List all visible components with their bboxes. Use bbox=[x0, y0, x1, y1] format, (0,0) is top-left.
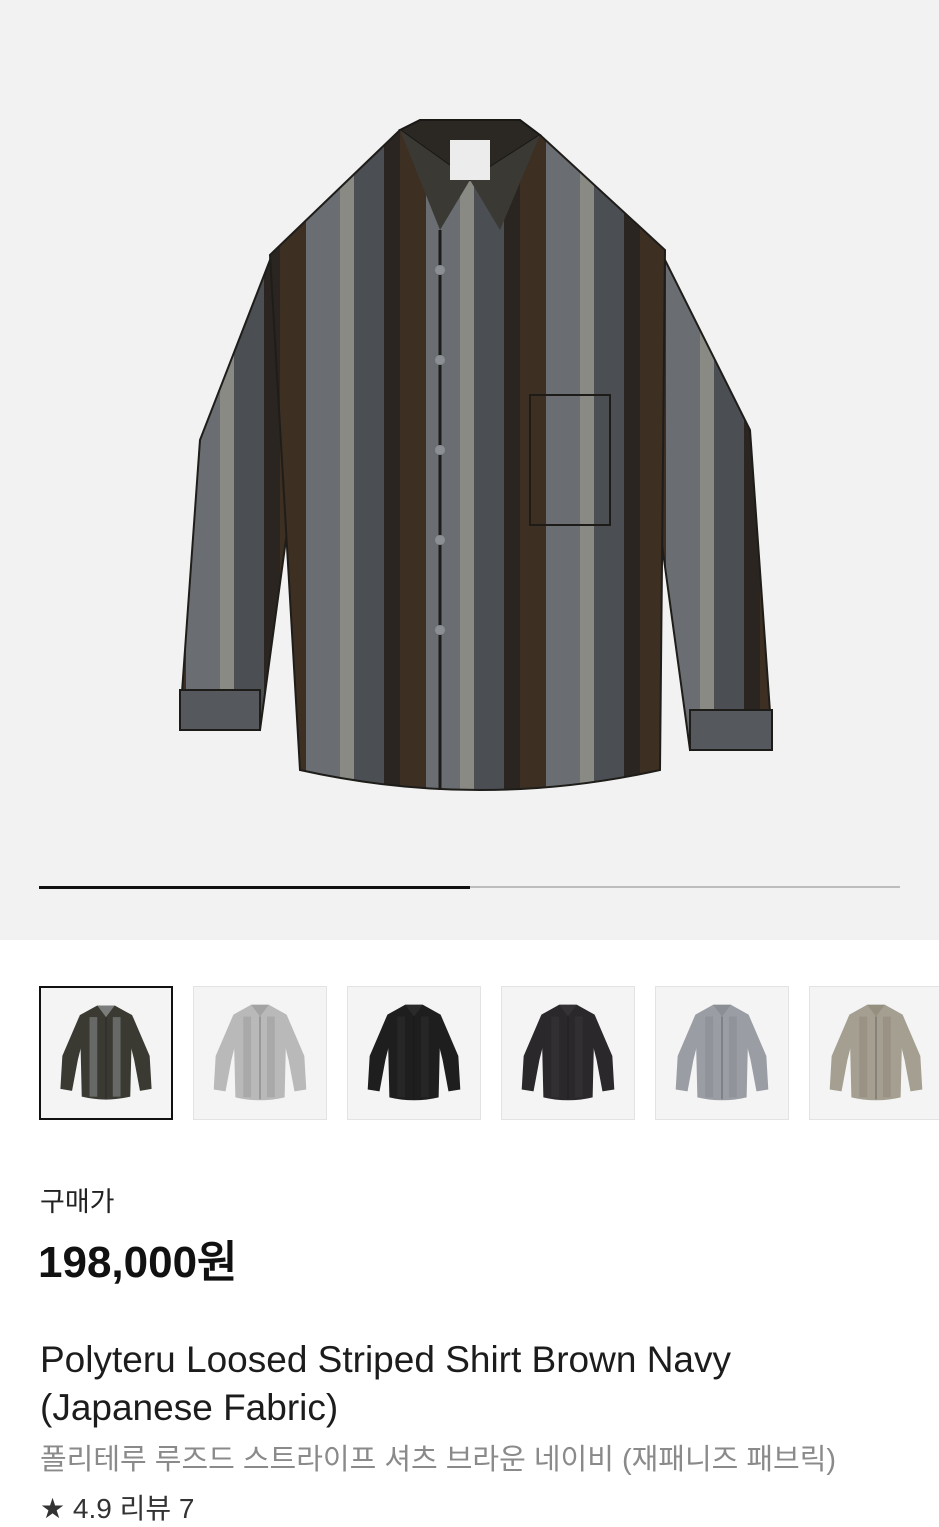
thumb-black[interactable] bbox=[347, 986, 481, 1120]
rating-summary[interactable]: ★ 4.9 리뷰 7 bbox=[40, 1487, 194, 1527]
thumb-light-grey[interactable] bbox=[193, 986, 327, 1120]
shirt-thumbnail-icon bbox=[367, 1004, 461, 1101]
thumb-brown-navy-stripe[interactable] bbox=[39, 986, 173, 1120]
shirt-thumbnail-icon bbox=[829, 1004, 923, 1101]
product-image-gallery[interactable] bbox=[0, 0, 939, 940]
shirt-thumbnail-icon bbox=[521, 1004, 615, 1101]
product-title-en-line2: (Japanese Fabric) bbox=[40, 1387, 339, 1428]
product-title-en: Polyteru Loosed Striped Shirt Brown Navy… bbox=[40, 1336, 900, 1432]
shirt-thumbnail-icon bbox=[60, 1005, 152, 1100]
striped-shirt-main-image[interactable] bbox=[160, 110, 780, 810]
thumb-charcoal[interactable] bbox=[501, 986, 635, 1120]
price-value: 198,000원 bbox=[38, 1238, 238, 1287]
product-title-ko: 폴리테루 루즈드 스트라이프 셔츠 브라운 네이비 (재패니즈 패브릭) bbox=[40, 1444, 837, 1476]
image-progress-track bbox=[39, 885, 900, 889]
thumbnail-strip[interactable] bbox=[39, 986, 939, 1122]
image-progress-fill bbox=[39, 885, 470, 889]
shirt-thumbnail-icon bbox=[675, 1004, 769, 1101]
shirt-thumbnail-icon bbox=[213, 1004, 307, 1101]
thumb-blue-grey[interactable] bbox=[655, 986, 789, 1120]
thumb-khaki[interactable] bbox=[809, 986, 939, 1120]
price-label: 구매가 bbox=[40, 1187, 115, 1217]
product-title-en-line1: Polyteru Loosed Striped Shirt Brown Navy bbox=[40, 1339, 732, 1380]
